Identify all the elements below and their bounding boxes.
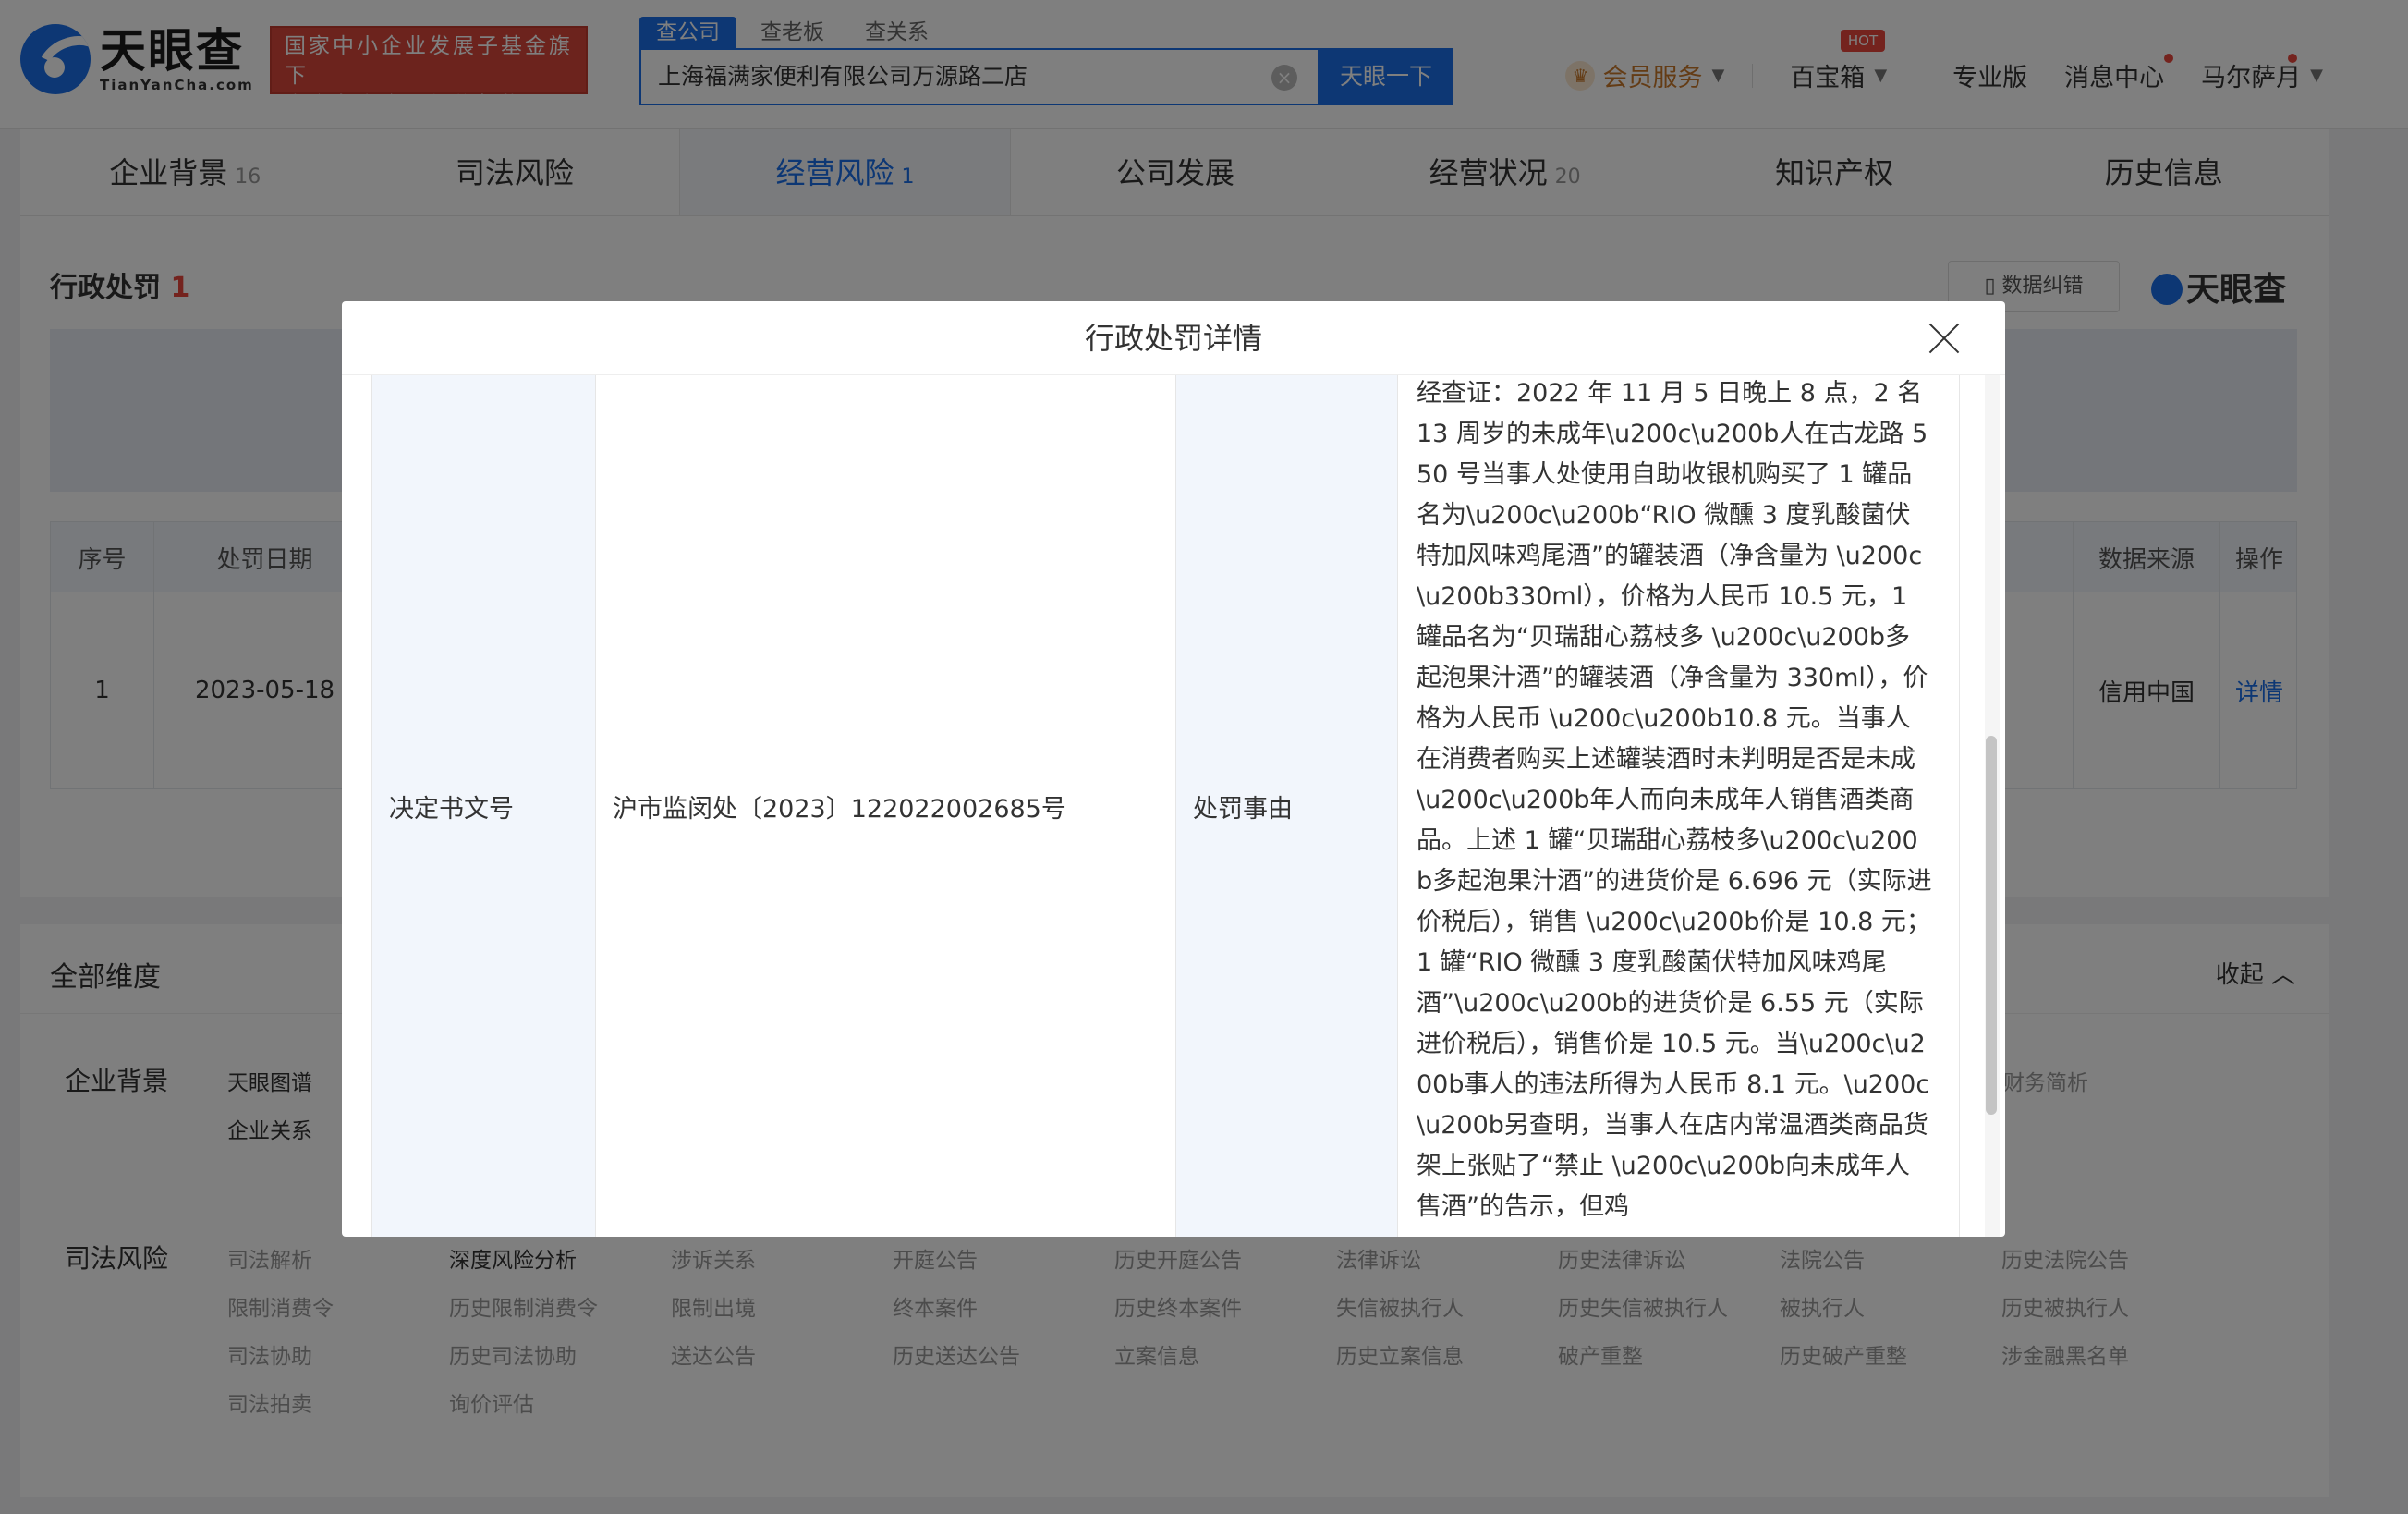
modal-title: 行政处罚详情 [342, 301, 2005, 375]
detail-row: 决定书文号 沪市监闵处〔2023〕122022002685号 处罚事由 经查证：… [371, 375, 1961, 1237]
penalty-detail-modal: 行政处罚详情 决定书文号 沪市监闵处〔2023〕122022002685号 处罚… [342, 301, 2005, 1237]
scrollbar-thumb[interactable] [1986, 736, 1997, 1115]
close-icon[interactable] [1928, 322, 1961, 355]
doc-number-value: 沪市监闵处〔2023〕122022002685号 [596, 375, 1176, 1237]
modal-body: 决定书文号 沪市监闵处〔2023〕122022002685号 处罚事由 经查证：… [371, 375, 1979, 1237]
reason-text: 经查证：2022 年 11 月 5 日晚上 8 点，2 名 13 周岁的未成年\… [1417, 379, 1932, 1221]
doc-number-label: 决定书文号 [372, 375, 596, 1237]
reason-label: 处罚事由 [1176, 375, 1398, 1237]
